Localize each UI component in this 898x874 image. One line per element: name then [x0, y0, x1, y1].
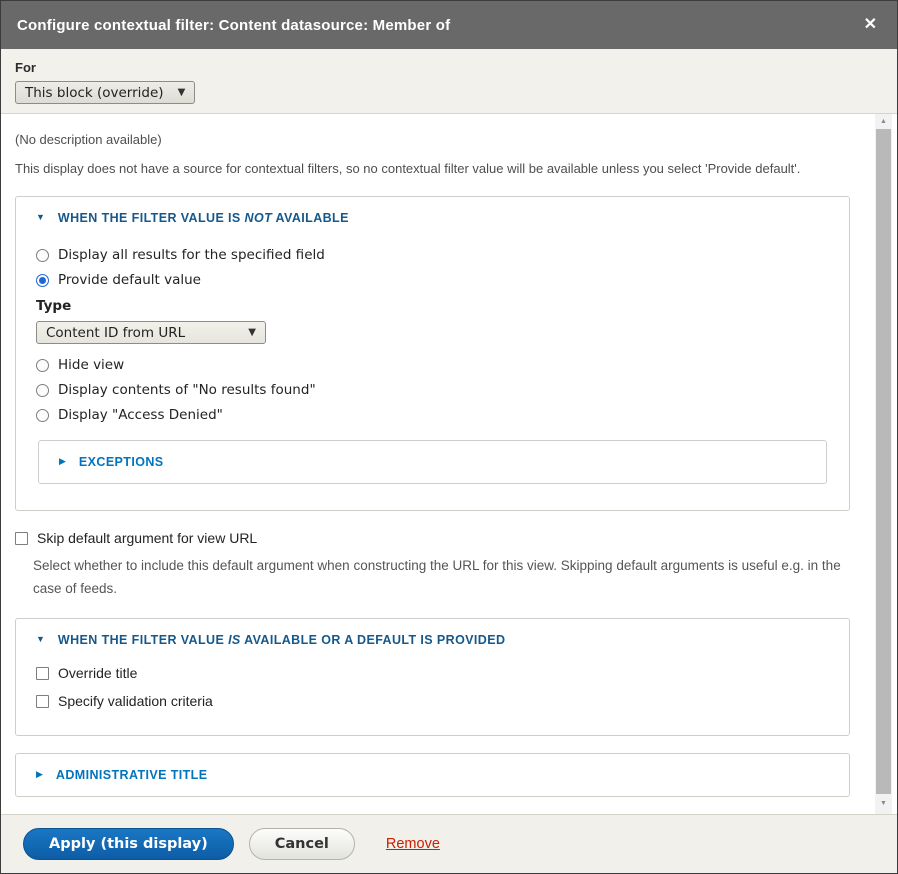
fieldset-exceptions: ▶ EXCEPTIONS	[38, 440, 827, 484]
type-select-value: Content ID from URL	[46, 325, 185, 341]
radio-label: Hide view	[58, 357, 124, 373]
checkbox-specify-validation[interactable]: Specify validation criteria	[36, 693, 829, 709]
legend-text-post: AVAILABLE	[272, 211, 349, 225]
legend-filter-not-available[interactable]: ▼ WHEN THE FILTER VALUE IS NOT AVAILABLE	[36, 211, 829, 225]
remove-link[interactable]: Remove	[386, 836, 440, 852]
skip-default-description: Select whether to include this default a…	[33, 555, 850, 601]
collapse-arrow-icon: ▼	[36, 634, 45, 644]
radio-hide-view[interactable]: Hide view	[36, 357, 829, 373]
legend-text-pre: WHEN THE FILTER VALUE IS	[58, 211, 245, 225]
checkbox-icon[interactable]	[36, 667, 49, 680]
modal-title: Configure contextual filter: Content dat…	[17, 17, 860, 34]
legend-exceptions[interactable]: ▶ EXCEPTIONS	[59, 455, 806, 469]
legend-text-italic: NOT	[245, 211, 273, 225]
modal-footer: Apply (this display) Cancel Remove	[1, 814, 897, 873]
legend-administrative-title[interactable]: ▶ ADMINISTRATIVE TITLE	[36, 768, 829, 782]
exceptions-legend-text: EXCEPTIONS	[79, 455, 164, 469]
radio-label: Display contents of "No results found"	[58, 382, 316, 398]
fieldset-administrative-title: ▶ ADMINISTRATIVE TITLE	[15, 753, 850, 797]
for-select-value: This block (override)	[25, 85, 164, 101]
checkbox-label: Specify validation criteria	[58, 693, 213, 709]
for-section: For This block (override) ▼	[1, 49, 897, 114]
radio-label: Display all results for the specified fi…	[58, 247, 325, 263]
apply-button[interactable]: Apply (this display)	[23, 828, 234, 860]
checkbox-icon[interactable]	[15, 532, 28, 545]
radio-icon[interactable]	[36, 249, 49, 262]
checkbox-override-title[interactable]: Override title	[36, 665, 829, 681]
checkbox-label: Override title	[58, 665, 137, 681]
for-label: For	[15, 60, 883, 75]
modal-header: Configure contextual filter: Content dat…	[1, 1, 897, 49]
legend-text-pre: WHEN THE FILTER VALUE	[58, 633, 228, 647]
expand-arrow-icon: ▶	[36, 769, 43, 780]
fieldset-filter-not-available: ▼ WHEN THE FILTER VALUE IS NOT AVAILABLE…	[15, 196, 850, 511]
configure-contextual-filter-modal: Configure contextual filter: Content dat…	[0, 0, 898, 874]
legend-filter-available[interactable]: ▼ WHEN THE FILTER VALUE IS AVAILABLE OR …	[36, 633, 829, 647]
administrative-title-legend-text: ADMINISTRATIVE TITLE	[56, 768, 208, 782]
radio-provide-default[interactable]: Provide default value	[36, 272, 829, 288]
display-note-text: This display does not have a source for …	[15, 159, 850, 179]
legend-text-italic: IS	[228, 633, 241, 647]
no-description-text: (No description available)	[15, 130, 850, 150]
cancel-button[interactable]: Cancel	[249, 828, 355, 860]
expand-arrow-icon: ▶	[59, 456, 66, 467]
scroll-up-icon[interactable]: ▲	[875, 114, 892, 129]
checkbox-icon[interactable]	[36, 695, 49, 708]
chevron-down-icon: ▼	[178, 87, 186, 98]
for-select[interactable]: This block (override) ▼	[15, 81, 195, 104]
checkbox-label: Skip default argument for view URL	[37, 530, 257, 546]
radio-icon[interactable]	[36, 409, 49, 422]
checkbox-skip-default-argument[interactable]: Skip default argument for view URL	[15, 530, 850, 546]
radio-checked-icon[interactable]	[36, 274, 49, 287]
radio-label: Provide default value	[58, 272, 201, 288]
chevron-down-icon: ▼	[248, 327, 256, 338]
radio-no-results[interactable]: Display contents of "No results found"	[36, 382, 829, 398]
modal-content: (No description available) This display …	[1, 114, 897, 814]
vertical-scrollbar[interactable]: ▲ ▼	[875, 114, 892, 814]
close-icon[interactable]: ✕	[860, 15, 881, 35]
fieldset-filter-available: ▼ WHEN THE FILTER VALUE IS AVAILABLE OR …	[15, 618, 850, 736]
type-select[interactable]: Content ID from URL ▼	[36, 321, 266, 344]
radio-label: Display "Access Denied"	[58, 407, 223, 423]
scrollbar-thumb[interactable]	[876, 129, 891, 794]
scroll-down-icon[interactable]: ▼	[875, 796, 892, 811]
type-label: Type	[36, 298, 829, 314]
legend-text-post: AVAILABLE OR A DEFAULT IS PROVIDED	[241, 633, 506, 647]
collapse-arrow-icon: ▼	[36, 212, 45, 222]
radio-icon[interactable]	[36, 359, 49, 372]
radio-access-denied[interactable]: Display "Access Denied"	[36, 407, 829, 423]
radio-icon[interactable]	[36, 384, 49, 397]
radio-display-all-results[interactable]: Display all results for the specified fi…	[36, 247, 829, 263]
